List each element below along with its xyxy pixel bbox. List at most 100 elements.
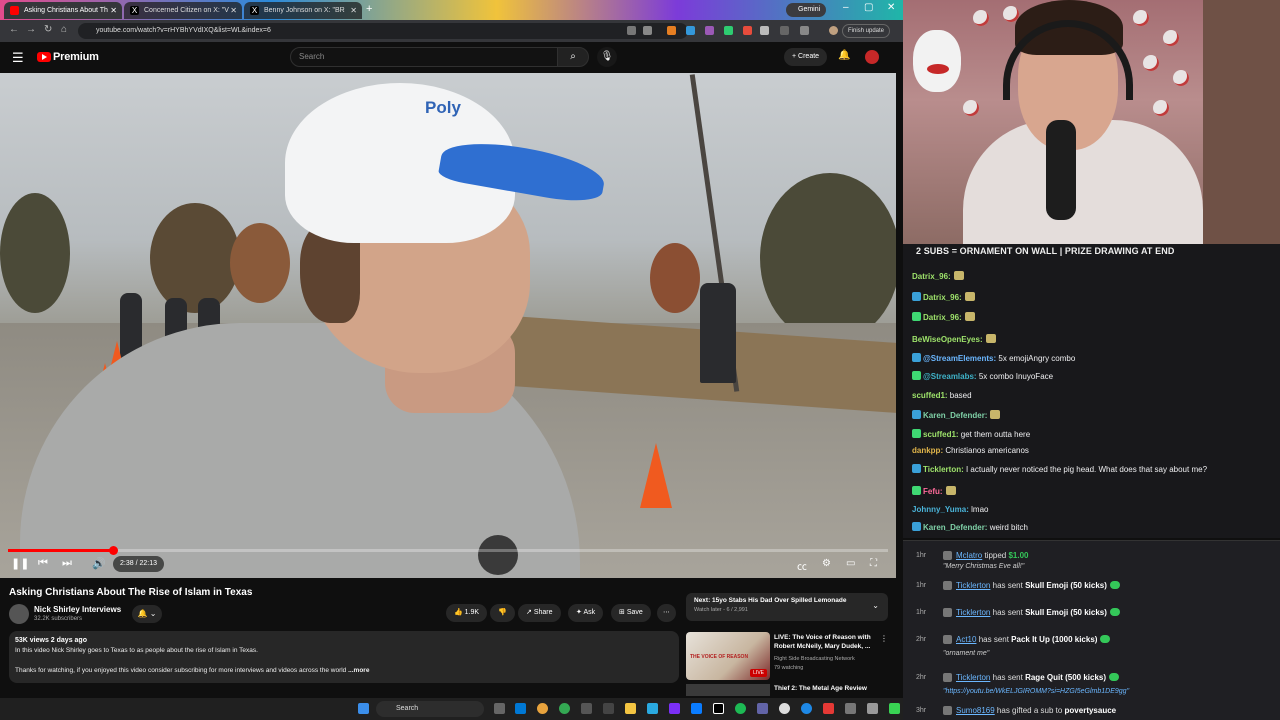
close-icon[interactable]: ✕ <box>230 2 237 19</box>
event-username[interactable]: Ticklerton <box>956 608 990 617</box>
chat-username[interactable]: Karen_Defender: <box>923 523 987 532</box>
chat-username[interactable]: dankpp: <box>912 446 943 455</box>
extension-icon[interactable] <box>743 26 752 35</box>
hamburger-menu-icon[interactable]: ☰ <box>12 50 24 66</box>
captions-icon[interactable]: ㏄ <box>797 558 807 573</box>
chat-username[interactable]: Datrix_96: <box>912 272 951 281</box>
extension-icon[interactable] <box>724 26 733 35</box>
puzzle-icon[interactable] <box>760 26 769 35</box>
finish-update-button[interactable]: Finish update <box>842 24 891 38</box>
app-icon[interactable] <box>867 703 878 714</box>
tab-benny-johnson[interactable]: X Benny Johnson on X: "BR ✕ <box>244 2 362 19</box>
app-icon[interactable] <box>494 703 505 714</box>
home-icon[interactable]: ⌂ <box>61 24 67 35</box>
recommendation-title[interactable]: Thief 2: The Metal Age Review <box>774 685 867 692</box>
app-icon[interactable] <box>581 703 592 714</box>
search-input[interactable]: Search <box>290 47 558 67</box>
event-username[interactable]: Mclatro <box>956 551 982 560</box>
app-icon[interactable] <box>669 703 680 714</box>
spotify-icon[interactable] <box>735 703 746 714</box>
minimize-icon[interactable]: – <box>843 2 849 13</box>
chat-username[interactable]: @StreamElements: <box>923 354 996 363</box>
extension-icon[interactable] <box>667 26 676 35</box>
more-vertical-icon[interactable]: ⋮ <box>880 634 888 643</box>
chrome-icon[interactable] <box>537 703 548 714</box>
chat-username[interactable]: BeWiseOpenEyes: <box>912 335 983 344</box>
app-icon[interactable] <box>691 703 702 714</box>
brand-label[interactable]: Premium <box>53 51 99 63</box>
app-icon[interactable] <box>713 703 724 714</box>
app-icon[interactable] <box>647 703 658 714</box>
profile-icon[interactable] <box>829 26 838 35</box>
window-close-icon[interactable]: ✕ <box>887 2 895 13</box>
extension-icon[interactable] <box>705 26 714 35</box>
app-icon[interactable] <box>823 703 834 714</box>
save-button[interactable]: ⊞ Save <box>611 604 651 622</box>
close-icon[interactable]: ✕ <box>350 2 357 19</box>
app-icon[interactable] <box>889 703 900 714</box>
voice-search-button[interactable]: 🎙 <box>597 47 617 67</box>
extension-icon[interactable] <box>686 26 695 35</box>
next-icon[interactable]: ⏭ <box>62 557 72 570</box>
reload-icon[interactable]: ↻ <box>44 24 52 35</box>
avatar[interactable] <box>865 50 879 64</box>
event-username[interactable]: Sumo8169 <box>956 706 995 715</box>
youtube-logo-icon[interactable] <box>37 52 51 62</box>
subscribed-bell-button[interactable]: 🔔 ⌄ <box>132 605 162 623</box>
chat-username[interactable]: scuffed1: <box>912 391 948 400</box>
recommendation-title[interactable]: LIVE: The Voice of Reason with Robert Mc… <box>774 633 882 651</box>
more-actions-button[interactable]: ⋯ <box>657 604 676 622</box>
up-next-panel[interactable]: Next: 15yo Stabs His Dad Over Spilled Le… <box>686 593 888 621</box>
gemini-button[interactable]: Gemini <box>786 3 827 17</box>
chat-username[interactable]: Johnny_Yuma: <box>912 505 969 514</box>
event-note[interactable]: "https://youtu.be/WkELJGIROMM?si=HZGI5eG… <box>943 688 1129 695</box>
ask-button[interactable]: ✦ Ask <box>568 604 604 622</box>
previous-icon[interactable]: ⏮ <box>38 557 48 570</box>
notifications-bell-icon[interactable]: 🔔 <box>838 50 850 61</box>
app-icon[interactable] <box>845 703 856 714</box>
app-icon[interactable] <box>559 703 570 714</box>
app-icon[interactable] <box>801 703 812 714</box>
tab-concerned-citizen[interactable]: X Concerned Citizen on X: "V ✕ <box>124 2 242 19</box>
progress-bar[interactable] <box>8 546 888 555</box>
dislike-button[interactable]: 👎 <box>490 604 515 622</box>
event-username[interactable]: Ticklerton <box>956 581 990 590</box>
more-link[interactable]: ...more <box>348 667 369 674</box>
back-icon[interactable]: ← <box>9 24 19 35</box>
like-button[interactable]: 👍 1.9K <box>446 604 488 622</box>
event-username[interactable]: Act10 <box>956 635 976 644</box>
event-username[interactable]: Ticklerton <box>956 673 990 682</box>
chevron-down-icon[interactable]: ⌄ <box>872 601 879 610</box>
video-player[interactable]: Poly ❚❚ ⏮ ⏭ 🔊 2:38 / 22:13 ㏄ ⚙ ▭ ⛶ <box>0 73 896 578</box>
new-tab-icon[interactable]: + <box>366 3 372 15</box>
progress-scrubber[interactable] <box>108 546 118 555</box>
recommendation-thumbnail[interactable]: THE VOICE OF REASON LIVE <box>686 632 770 680</box>
bookmark-star-icon[interactable] <box>643 26 652 35</box>
cast-icon[interactable] <box>627 26 636 35</box>
create-button[interactable]: + Create <box>784 48 828 66</box>
forward-icon[interactable]: → <box>26 24 36 35</box>
recommendation-channel[interactable]: Right Side Broadcasting Network <box>774 656 855 662</box>
description-box[interactable]: 53K views 2 days ago In this video Nick … <box>9 631 679 683</box>
app-icon[interactable] <box>515 703 526 714</box>
maximize-icon[interactable]: ▢ <box>864 2 873 13</box>
windows-start-icon[interactable] <box>358 703 369 714</box>
app-icon[interactable] <box>779 703 790 714</box>
volume-icon[interactable]: 🔊 <box>92 557 106 570</box>
close-icon[interactable]: ✕ <box>110 2 117 19</box>
sidebar-icon[interactable] <box>780 26 789 35</box>
chat-username[interactable]: scuffed1: <box>923 430 959 439</box>
chat-username[interactable]: Datrix_96: <box>923 293 962 302</box>
channel-avatar[interactable] <box>9 604 29 624</box>
address-bar[interactable]: youtube.com/watch?v=rHYBhYVdIXQ&list=WL&… <box>78 23 688 39</box>
recommendation-thumbnail[interactable] <box>686 684 770 696</box>
tab-active[interactable]: Asking Christians About Th ✕ <box>4 2 122 19</box>
fullscreen-icon[interactable]: ⛶ <box>870 558 877 569</box>
chat-username[interactable]: Fefu: <box>923 487 943 496</box>
folder-icon[interactable] <box>625 703 636 714</box>
download-icon[interactable] <box>800 26 809 35</box>
chat-username[interactable]: Ticklerton: <box>923 465 964 474</box>
share-button[interactable]: ↗ Share <box>518 604 561 622</box>
search-button[interactable]: ⌕ <box>557 47 589 67</box>
chat-username[interactable]: Datrix_96: <box>923 313 962 322</box>
